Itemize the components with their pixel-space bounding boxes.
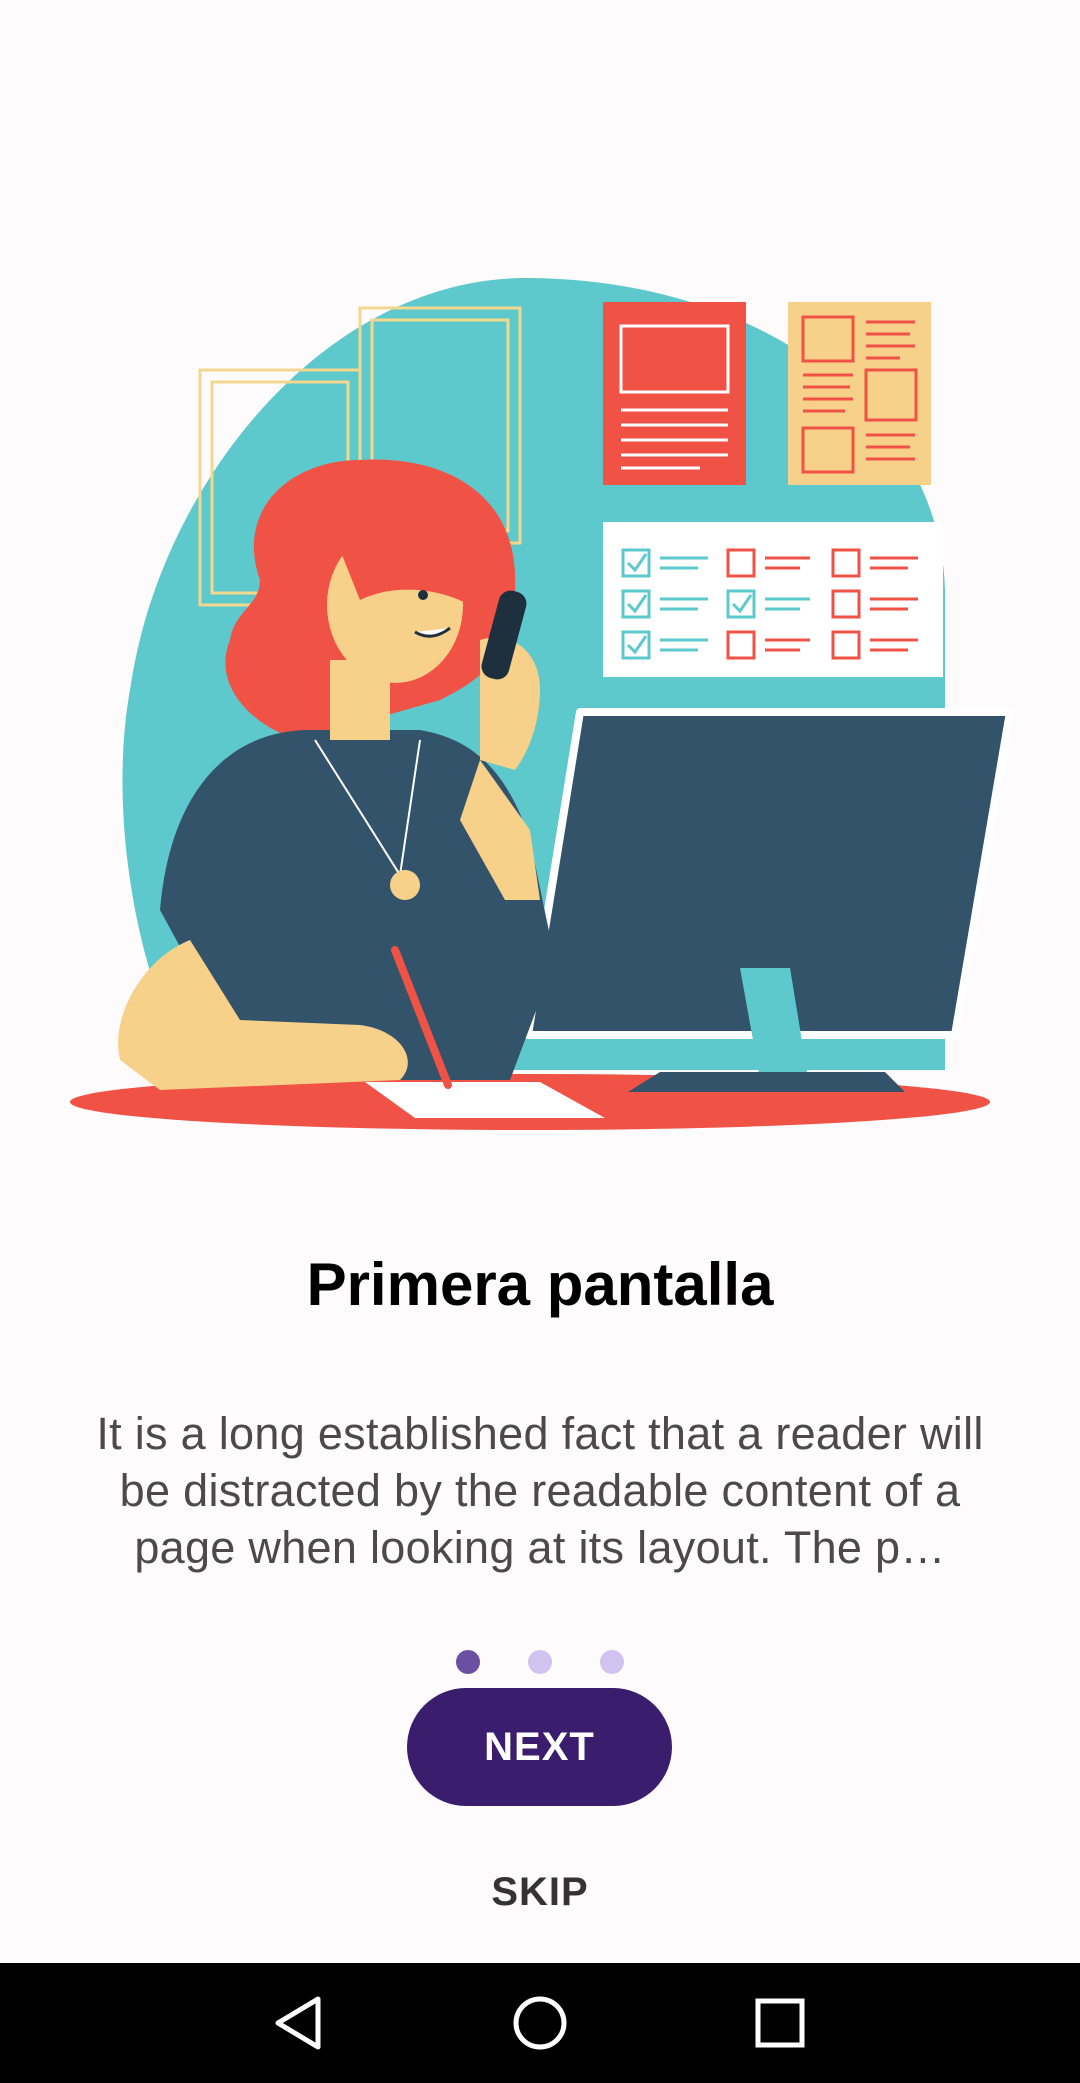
recents-square-icon [755, 1998, 805, 2048]
back-triangle-icon [275, 1996, 321, 2050]
page-dot-1-active[interactable] [456, 1650, 480, 1674]
back-button[interactable] [250, 1973, 350, 2073]
skip-button[interactable]: SKIP [440, 1860, 640, 1924]
home-circle-icon [513, 1996, 567, 2050]
page-description: It is a long established fact that a rea… [96, 1408, 984, 1573]
onboarding-illustration [70, 277, 1014, 1130]
page-dot-2[interactable] [528, 1650, 552, 1674]
page-dot-3[interactable] [600, 1650, 624, 1674]
page-title: Primera pantalla [306, 1251, 774, 1318]
onboarding-screen: Primera pantalla It is a long establishe… [0, 0, 1080, 1963]
system-navigation-bar [0, 1963, 1080, 2083]
home-button[interactable] [490, 1973, 590, 2073]
recents-button[interactable] [730, 1973, 830, 2073]
page-indicator [0, 1650, 1080, 1674]
next-button[interactable]: NEXT [407, 1688, 672, 1806]
